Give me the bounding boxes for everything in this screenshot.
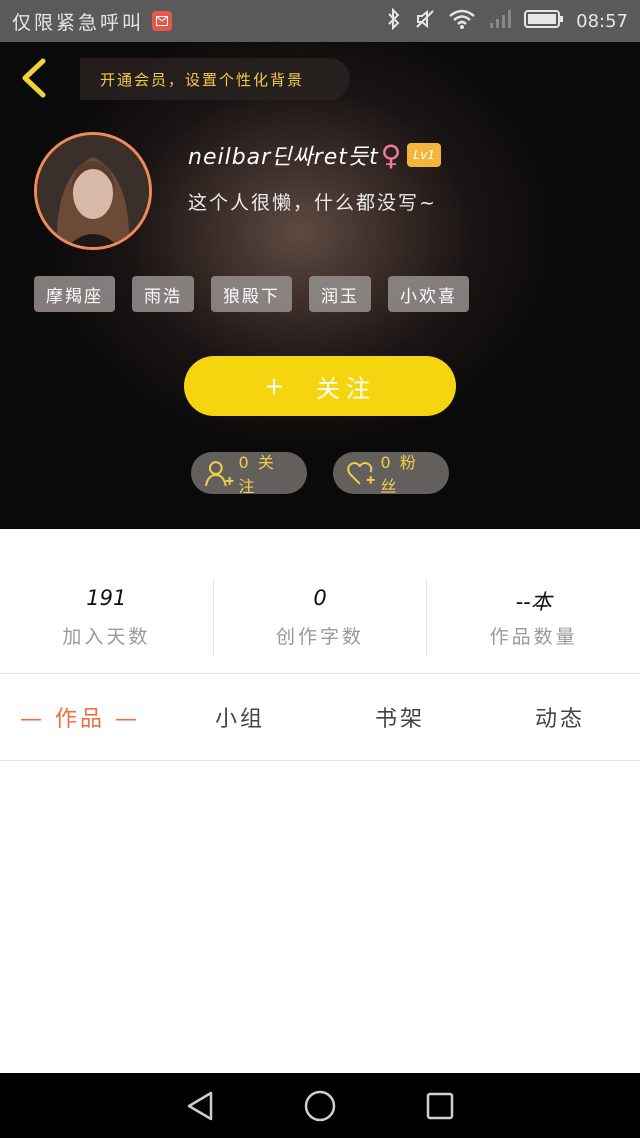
heart-plus-icon: [347, 462, 375, 485]
counter-label: 作品数量: [489, 625, 578, 648]
bluetooth-icon: [386, 7, 402, 35]
vip-background-prompt[interactable]: 开通会员，设置个性化背景: [80, 58, 350, 100]
profile-header: 开通会员，设置个性化背景 neilbar딘싸ret듯t ♀ Lv1 这个人很懒，…: [0, 42, 640, 529]
battery-icon: [524, 9, 564, 34]
bio-text: 这个人很懒，什么都没写~: [188, 192, 437, 214]
nav-home-button[interactable]: [300, 1086, 340, 1126]
fans-button[interactable]: 0 粉丝: [333, 452, 449, 496]
works-count-counter: --本 作品数量: [427, 578, 640, 656]
tag-item[interactable]: 润玉: [309, 276, 371, 312]
counter-label: 加入天数: [62, 625, 151, 648]
back-arrow-icon: [22, 58, 46, 98]
clock: 08:57: [576, 10, 628, 32]
carrier-text: 仅限紧急呼叫: [12, 11, 145, 34]
female-icon: ♀: [380, 138, 402, 172]
stats-counters: 191 加入天数 0 创作字数 --本 作品数量: [0, 578, 640, 656]
username: neilbar딘싸ret듯t: [188, 145, 379, 170]
counter-label: 创作字数: [276, 625, 365, 648]
username-row: neilbar딘싸ret듯t ♀ Lv1: [188, 138, 442, 172]
counter-value: 191: [86, 585, 127, 610]
system-nav-bar: [0, 1073, 640, 1138]
triangle-back-icon: [187, 1091, 213, 1120]
square-recents-icon: [426, 1092, 454, 1119]
counter-value: 0: [313, 585, 327, 610]
tab-groups[interactable]: 小组: [160, 701, 320, 733]
follow-button[interactable]: + 关注: [184, 356, 456, 416]
avatar[interactable]: [34, 132, 152, 250]
signal-icon: [488, 8, 512, 35]
fans-count: 0 粉丝: [380, 453, 418, 496]
tag-list: 摩羯座 雨浩 狼殿下 润玉 小欢喜: [34, 276, 469, 312]
following-count: 0 关注: [238, 453, 276, 496]
mute-icon: [414, 8, 436, 35]
following-button[interactable]: 0 关注: [191, 452, 307, 496]
tag-item[interactable]: 摩羯座: [34, 276, 115, 312]
back-button[interactable]: [14, 56, 54, 100]
content-tabs: — 作品 — 小组 书架 动态: [0, 674, 640, 760]
divider: [0, 760, 640, 761]
level-badge: Lv1: [407, 143, 442, 167]
tab-works[interactable]: — 作品 —: [0, 701, 160, 733]
counter-value: --本: [515, 589, 552, 614]
follow-label: 关注: [316, 374, 377, 403]
nav-recents-button[interactable]: [420, 1086, 460, 1126]
word-count-counter: 0 创作字数: [214, 578, 428, 656]
days-joined-counter: 191 加入天数: [0, 578, 214, 656]
tab-bookshelf[interactable]: 书架: [320, 701, 480, 733]
tab-activity[interactable]: 动态: [480, 701, 640, 733]
nav-back-button[interactable]: [180, 1086, 220, 1126]
status-bar: 仅限紧急呼叫 08:57: [0, 0, 640, 42]
tag-item[interactable]: 狼殿下: [211, 276, 292, 312]
mail-icon: [152, 11, 173, 31]
wifi-icon: [448, 8, 476, 35]
plus-icon: +: [263, 372, 291, 400]
add-person-icon: [205, 461, 234, 487]
tag-item[interactable]: 小欢喜: [388, 276, 469, 312]
circle-home-icon: [304, 1090, 336, 1121]
tag-item[interactable]: 雨浩: [132, 276, 194, 312]
